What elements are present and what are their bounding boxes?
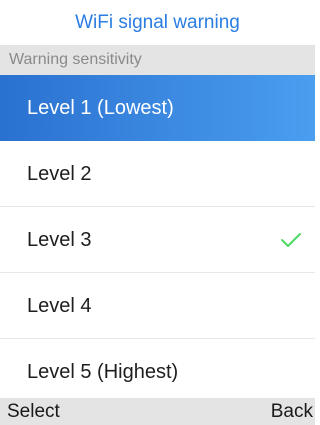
option-level-3[interactable]: Level 3 [0, 207, 315, 273]
screen-title: WiFi signal warning [75, 12, 240, 33]
option-label: Level 1 (Lowest) [27, 97, 174, 119]
section-header-label: Warning sensitivity [9, 51, 142, 68]
option-label: Level 4 [27, 294, 92, 317]
section-header: Warning sensitivity [0, 45, 315, 75]
select-softkey[interactable]: Select [7, 402, 60, 421]
option-level-5[interactable]: Level 5 (Highest) [0, 339, 315, 405]
checkmark-icon [281, 232, 301, 247]
option-level-4[interactable]: Level 4 [0, 273, 315, 339]
back-softkey[interactable]: Back [271, 402, 313, 421]
sensitivity-options-list: Level 1 (Lowest) Level 2 Level 3 Level 4… [0, 75, 315, 405]
option-level-2[interactable]: Level 2 [0, 141, 315, 207]
softkey-bar: Select Back [0, 398, 315, 425]
option-label: Level 5 (Highest) [27, 361, 179, 383]
option-level-1[interactable]: Level 1 (Lowest) [0, 75, 315, 141]
option-label: Level 3 [27, 228, 92, 251]
title-bar: WiFi signal warning [0, 0, 315, 45]
option-label: Level 2 [27, 162, 92, 185]
